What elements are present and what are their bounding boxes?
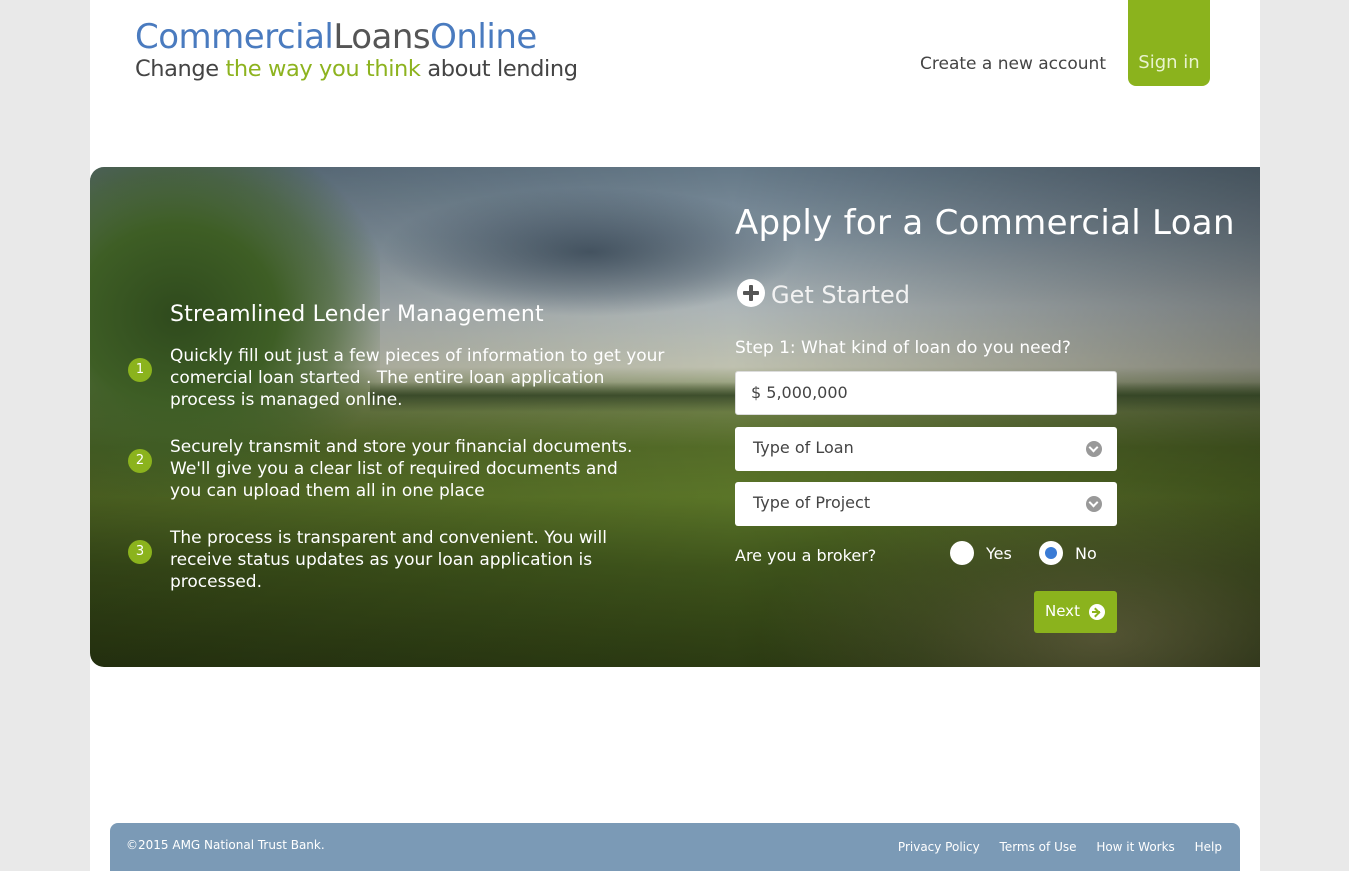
feature-number-badge: 3 bbox=[128, 540, 152, 564]
feature-item: 3 The process is transparent and conveni… bbox=[128, 527, 670, 618]
footer-links: Privacy Policy Terms of Use How it Works… bbox=[882, 840, 1222, 854]
tagline-part-b: the way you think bbox=[225, 56, 421, 82]
feature-number-badge: 1 bbox=[128, 358, 152, 382]
broker-yes-label[interactable]: Yes bbox=[986, 544, 1012, 563]
footer-link-help[interactable]: Help bbox=[1195, 840, 1222, 854]
feature-item: 2 Securely transmit and store your finan… bbox=[128, 436, 670, 527]
loan-type-value: Type of Loan bbox=[753, 438, 854, 457]
next-button[interactable]: Next bbox=[1034, 591, 1117, 633]
get-started-label: Get Started bbox=[771, 281, 911, 309]
logo-part-loans: Loans bbox=[333, 17, 431, 57]
sign-in-button[interactable]: Sign in bbox=[1128, 0, 1210, 86]
feature-number-badge: 2 bbox=[128, 449, 152, 473]
tagline-part-a: Change bbox=[135, 56, 226, 82]
tagline-part-c: about lending bbox=[420, 56, 578, 82]
chevron-down-icon bbox=[1086, 496, 1102, 512]
logo-tagline: Change the way you think about lending bbox=[135, 56, 578, 82]
next-button-label: Next bbox=[1045, 602, 1080, 620]
plus-circle-icon bbox=[737, 279, 765, 307]
loan-amount-input[interactable]: $ 5,000,000 bbox=[735, 371, 1117, 415]
hero-banner: Streamlined Lender Management 1 Quickly … bbox=[90, 167, 1260, 667]
broker-yes-radio[interactable] bbox=[950, 541, 974, 565]
feature-text: Quickly fill out just a few pieces of in… bbox=[170, 346, 665, 410]
feature-item: 1 Quickly fill out just a few pieces of … bbox=[128, 345, 670, 436]
loan-type-select[interactable]: Type of Loan bbox=[735, 427, 1117, 471]
page: CommercialLoansOnline Change the way you… bbox=[90, 0, 1260, 871]
copyright-text: ©2015 AMG National Trust Bank. bbox=[126, 838, 325, 852]
project-type-value: Type of Project bbox=[753, 493, 871, 512]
broker-question: Are you a broker? bbox=[735, 546, 877, 565]
footer-link-privacy-policy[interactable]: Privacy Policy bbox=[898, 840, 980, 854]
arrow-right-circle-icon bbox=[1089, 604, 1105, 620]
create-account-link[interactable]: Create a new account bbox=[920, 54, 1106, 74]
footer-link-terms-of-use[interactable]: Terms of Use bbox=[1000, 840, 1077, 854]
form-title: Apply for a Commercial Loan bbox=[735, 203, 1235, 243]
logo-wordmark: CommercialLoansOnline bbox=[135, 18, 578, 56]
broker-no-radio[interactable] bbox=[1039, 541, 1063, 565]
logo-part-commercial: Commercial bbox=[135, 17, 334, 57]
feature-text: The process is transparent and convenien… bbox=[170, 528, 607, 592]
step-label: Step 1: What kind of loan do you need? bbox=[735, 338, 1071, 358]
features-title: Streamlined Lender Management bbox=[170, 302, 544, 327]
loan-application-form: Apply for a Commercial Loan Get Started … bbox=[735, 203, 1235, 633]
get-started-heading: Get Started bbox=[735, 279, 910, 309]
logo-part-online: Online bbox=[430, 17, 537, 57]
site-logo[interactable]: CommercialLoansOnline Change the way you… bbox=[135, 18, 578, 82]
feature-text: Securely transmit and store your financi… bbox=[170, 437, 633, 501]
features-panel: Streamlined Lender Management 1 Quickly … bbox=[128, 302, 670, 618]
project-type-select[interactable]: Type of Project bbox=[735, 482, 1117, 526]
broker-no-label[interactable]: No bbox=[1075, 544, 1097, 563]
footer-link-how-it-works[interactable]: How it Works bbox=[1096, 840, 1175, 854]
chevron-down-icon bbox=[1086, 441, 1102, 457]
footer: ©2015 AMG National Trust Bank. Privacy P… bbox=[110, 823, 1240, 871]
